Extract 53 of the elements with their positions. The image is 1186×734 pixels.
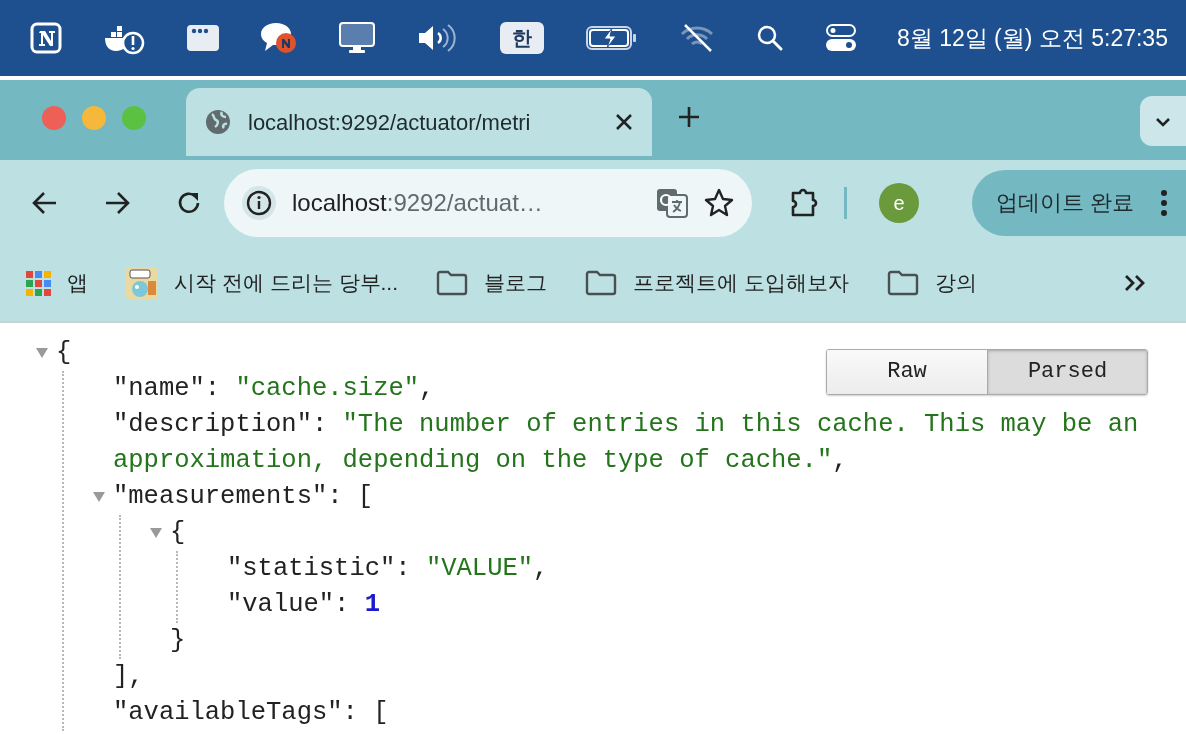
update-button[interactable]: 업데이트 완료 <box>972 169 1186 236</box>
more-icon <box>1160 188 1168 217</box>
bookmark[interactable]: 앱 <box>26 267 88 299</box>
address-bar[interactable]: localhost:9292/actuat… <box>224 168 752 237</box>
wifi-off-icon[interactable] <box>678 23 715 53</box>
translate-icon[interactable] <box>656 187 688 218</box>
json-block-header: "measurements": [ <box>113 481 374 513</box>
json-entry: "value": 1 <box>227 589 381 621</box>
folder-icon <box>436 270 468 296</box>
json-block-header: { <box>170 517 186 549</box>
bookmark[interactable]: 블로그 <box>436 267 547 299</box>
tab-title: localhost:9292/actuator/metri <box>248 108 532 137</box>
new-tab-icon[interactable] <box>678 106 700 128</box>
apps-grid-icon <box>26 270 51 296</box>
json-block-header: { <box>56 337 72 369</box>
view-mode-toggle[interactable]: Parsed <box>987 350 1147 394</box>
bookmark[interactable]: 시작 전에 드리는 당부... <box>126 267 398 299</box>
clock: 8월 12일 (월) 오전 5:27:35 <box>896 23 1168 53</box>
bookmark[interactable]: 프로젝트에 도입해보자 <box>585 267 849 299</box>
notion-icon[interactable] <box>30 22 62 54</box>
browser-tab[interactable]: localhost:9292/actuator/metri <box>186 88 652 156</box>
input-method-indicator[interactable]: 한 <box>500 22 545 54</box>
chat-icon[interactable] <box>260 21 299 55</box>
forward-icon[interactable] <box>104 189 130 216</box>
info-icon[interactable] <box>242 185 276 220</box>
search-icon[interactable] <box>756 24 785 52</box>
json-bracket: } <box>170 625 186 657</box>
speaker-icon[interactable] <box>416 23 459 53</box>
close-icon[interactable] <box>614 112 634 132</box>
json-entry: "name": "cache.size", <box>113 373 435 405</box>
expand-toggle-icon[interactable] <box>93 492 105 502</box>
cartoon-favicon-icon <box>126 267 158 299</box>
window-icon[interactable] <box>186 25 219 51</box>
globe-icon <box>204 108 232 136</box>
expand-toggle-icon[interactable] <box>150 528 162 538</box>
reload-icon[interactable] <box>176 189 202 216</box>
folder-icon <box>585 270 617 296</box>
control-center-icon[interactable] <box>825 24 856 52</box>
json-entry: "availableTags": [ <box>113 697 389 729</box>
expand-toggle-icon[interactable] <box>36 348 48 358</box>
folder-icon <box>886 270 919 296</box>
back-icon[interactable] <box>32 189 58 216</box>
star-icon[interactable] <box>704 187 734 218</box>
double-chevron-icon[interactable] <box>1124 274 1146 292</box>
address-text: localhost:9292/actuat… <box>292 187 543 218</box>
battery-charging-icon[interactable] <box>585 26 638 50</box>
json-entry: "description": "The number of entries in this cache. This may be an approximation, depending on the type of cache.", <box>113 409 1140 477</box>
view-mode-toggle[interactable]: Raw <box>827 350 987 394</box>
monitor-icon[interactable] <box>339 22 376 54</box>
bookmark[interactable]: 강의 <box>886 267 977 299</box>
json-bracket: ], <box>113 661 144 693</box>
json-entry: "statistic": "VALUE", <box>227 553 549 585</box>
chevron-down-icon <box>1155 116 1171 127</box>
